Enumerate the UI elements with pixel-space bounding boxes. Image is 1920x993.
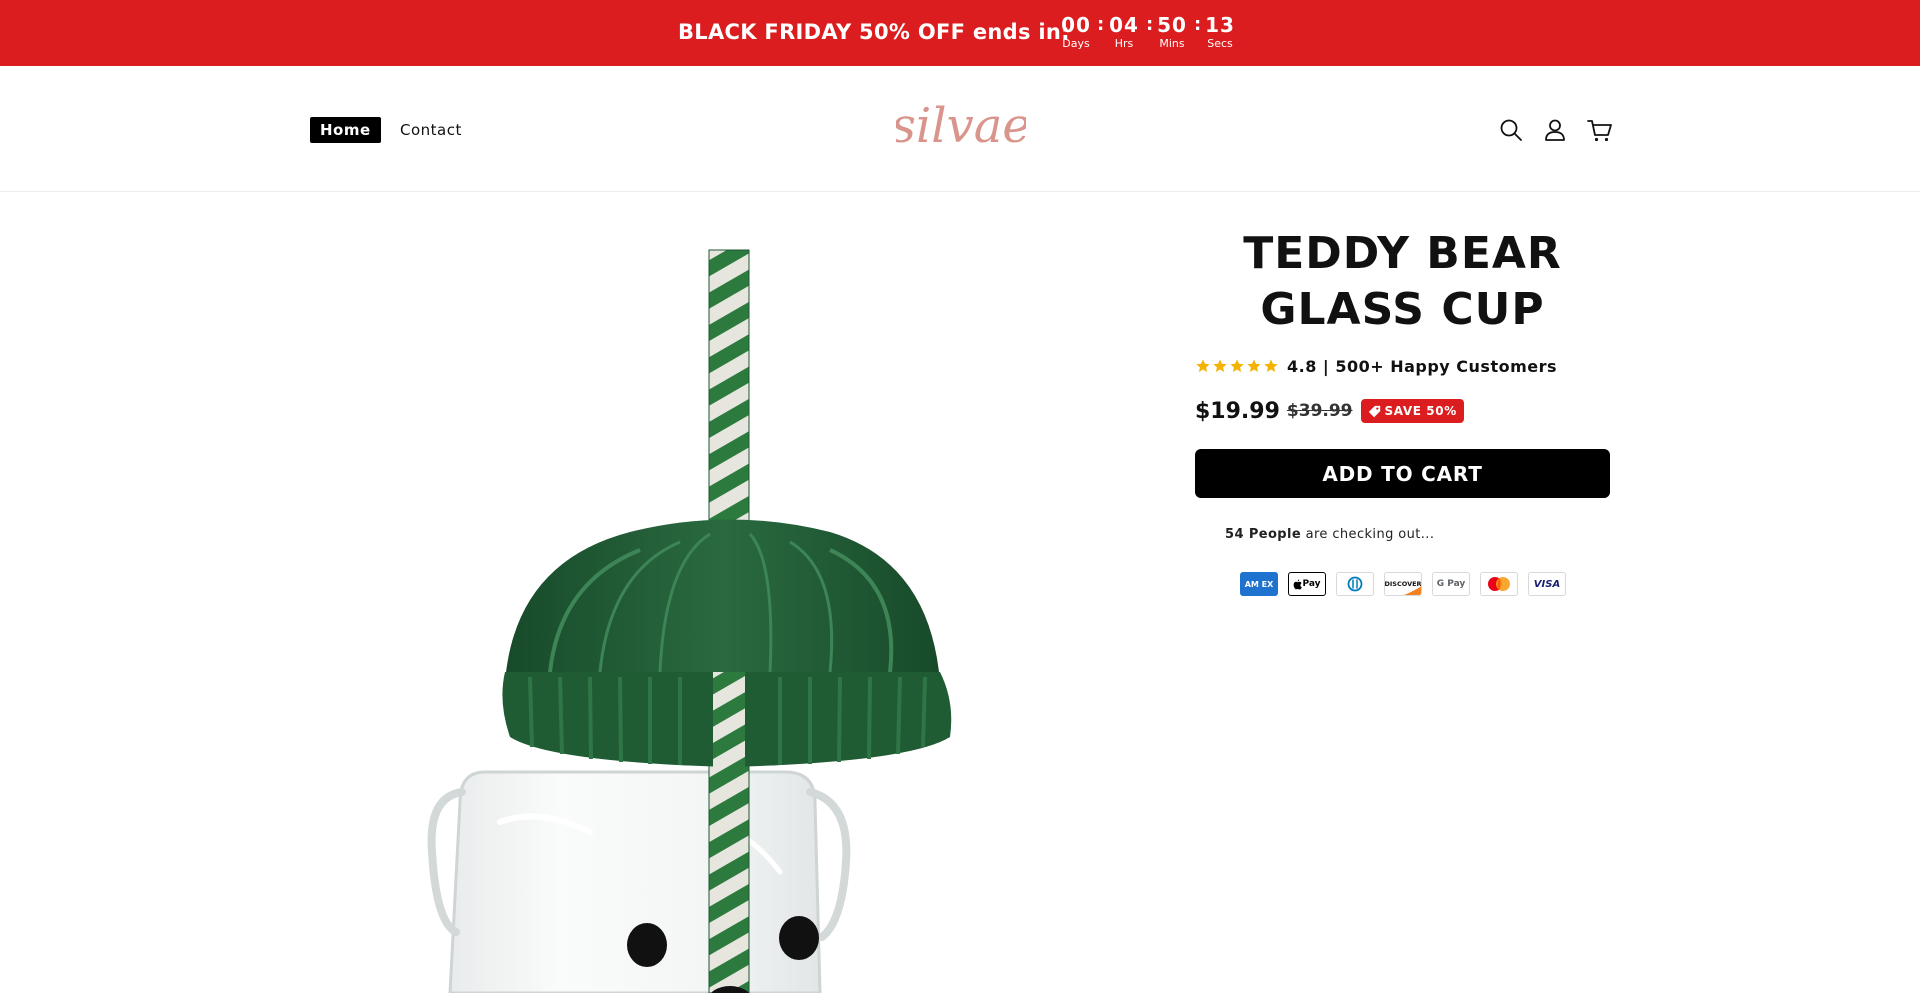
account-icon[interactable] xyxy=(1541,116,1569,144)
nav-link-contact[interactable]: Contact xyxy=(400,117,462,143)
price-row: $19.99 $39.99 SAVE 50% xyxy=(1195,396,1464,426)
star-icon xyxy=(1264,359,1278,372)
star-icon xyxy=(1196,359,1210,372)
apple-pay-icon: Pay xyxy=(1288,572,1326,596)
nav-link-home[interactable]: Home xyxy=(310,117,381,143)
star-icon xyxy=(1230,359,1244,372)
countdown-hours: 04 Hrs xyxy=(1102,13,1146,51)
cart-icon[interactable] xyxy=(1586,116,1614,144)
countdown-hours-value: 04 xyxy=(1109,13,1139,37)
checkout-text: are checking out... xyxy=(1301,527,1435,542)
countdown-minutes-value: 50 xyxy=(1157,13,1187,37)
visa-label: VISA xyxy=(1533,578,1561,590)
product-image[interactable] xyxy=(310,232,1150,993)
google-pay-icon: G Pay xyxy=(1432,572,1470,596)
countdown-minutes: 50 Mins xyxy=(1150,13,1194,51)
site-logo[interactable]: silvae xyxy=(891,90,1030,160)
apple-logo xyxy=(1294,578,1303,589)
search-icon[interactable] xyxy=(1497,116,1525,144)
logo-wordmark: silvae xyxy=(891,98,1030,154)
announcement-bar: BLACK FRIDAY 50% OFF ends in: 00 Days : … xyxy=(0,0,1920,66)
apple-pay-label: Pay xyxy=(1302,579,1321,589)
countdown-seconds-label: Secs xyxy=(1207,37,1233,50)
star-icon xyxy=(1247,359,1261,372)
star-rating xyxy=(1195,358,1279,374)
product-title: TEDDY BEAR GLASS CUP xyxy=(1243,228,1562,335)
visa-icon: VISA xyxy=(1528,572,1566,596)
countdown-days-value: 00 xyxy=(1061,13,1091,37)
compare-at-price: $39.99 xyxy=(1286,401,1353,421)
add-to-cart-button[interactable]: ADD TO CART xyxy=(1195,449,1610,498)
countdown-days: 00 Days xyxy=(1054,13,1098,51)
mastercard-icon xyxy=(1480,572,1518,596)
countdown-seconds-value: 13 xyxy=(1205,13,1235,37)
rating-text: 4.8 | 500+ Happy Customers xyxy=(1287,356,1558,376)
teddy-bear-cup-illustration xyxy=(427,249,952,993)
amex-icon: AM EX xyxy=(1240,572,1278,596)
promo-text: BLACK FRIDAY 50% OFF ends in: xyxy=(678,20,1070,44)
save-badge-label: SAVE 50% xyxy=(1384,404,1457,418)
discover-icon: DISCOVER xyxy=(1384,572,1422,596)
countdown-hours-label: Hrs xyxy=(1114,37,1134,50)
checkout-count: 54 People xyxy=(1225,527,1302,542)
discover-label: DISCOVER xyxy=(1384,580,1422,588)
tag-icon xyxy=(1368,405,1380,417)
sale-price: $19.99 xyxy=(1195,398,1280,424)
diners-club-icon xyxy=(1336,572,1374,596)
rating-row: 4.8 | 500+ Happy Customers xyxy=(1195,354,1557,378)
logo-text: silvae xyxy=(896,98,1026,154)
countdown-seconds: 13 Secs xyxy=(1198,13,1242,51)
mastercard-logo xyxy=(1488,577,1510,591)
diners-club-logo xyxy=(1347,576,1363,592)
star-icon xyxy=(1213,359,1227,372)
countdown-minutes-label: Mins xyxy=(1159,37,1185,50)
save-badge: SAVE 50% xyxy=(1360,399,1464,423)
checkout-activity-note: 54 People are checking out... xyxy=(1225,527,1434,542)
payment-icons: AM EX Pay DISCOVER G Pay VISA xyxy=(1240,572,1566,596)
site-header: Home Contact silvae xyxy=(0,66,1920,192)
countdown-days-label: Days xyxy=(1062,37,1090,50)
amex-label: AM EX xyxy=(1244,579,1274,589)
google-pay-label: G Pay xyxy=(1436,579,1466,589)
